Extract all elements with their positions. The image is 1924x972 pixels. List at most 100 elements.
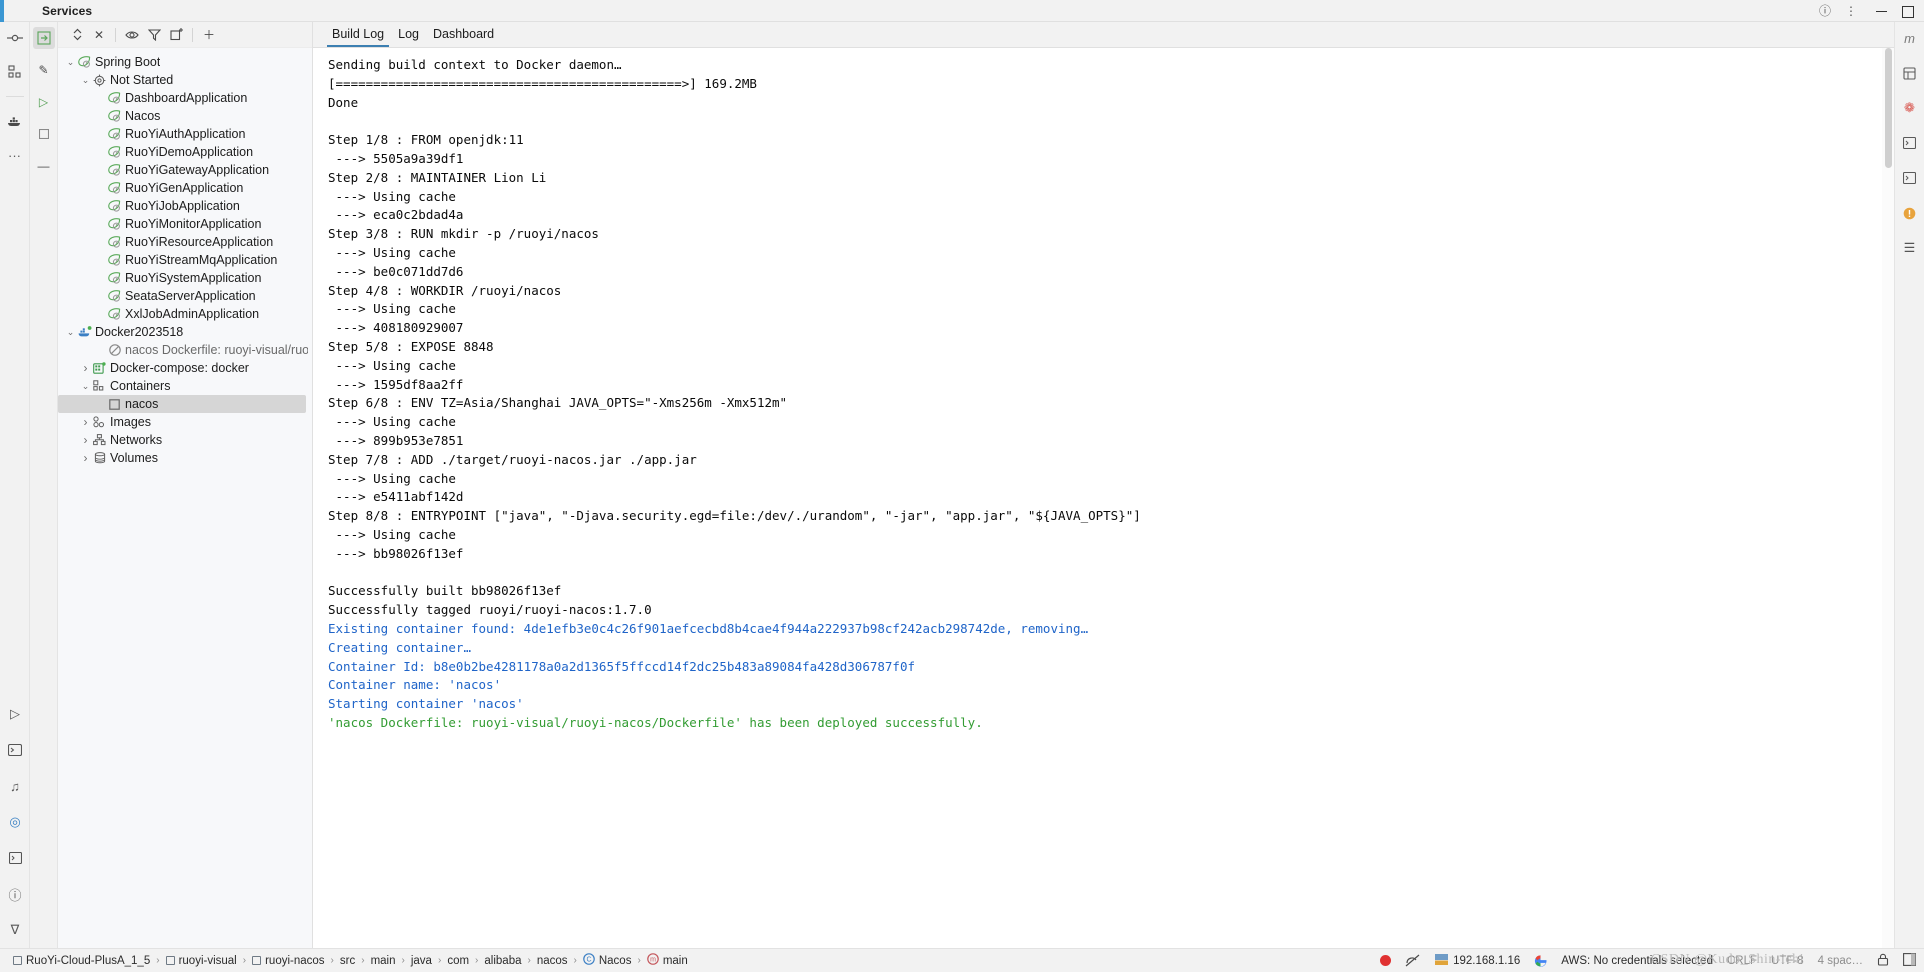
collapse-icon[interactable]: — <box>33 155 55 177</box>
chevron-right-icon[interactable]: › <box>79 415 92 429</box>
aws-credentials-item[interactable]: AWS: No credentials selected <box>1561 955 1713 967</box>
chevron-down-icon[interactable]: ⌄ <box>64 327 77 338</box>
breadcrumb-item[interactable]: src <box>335 955 360 967</box>
tree-row[interactable]: DashboardApplication <box>58 89 312 107</box>
sftp-disconnected-icon[interactable] <box>1405 954 1420 967</box>
tiktok-icon[interactable]: ♫ <box>5 776 25 796</box>
tree-row[interactable]: ⌄ Containers <box>58 377 312 395</box>
log-line: Container Id: b8e0b2be4281178a0a2d1365f5… <box>328 658 915 674</box>
tree-row[interactable]: › Volumes <box>58 449 312 467</box>
stop-icon[interactable] <box>33 123 55 145</box>
filter-icon[interactable] <box>143 24 165 46</box>
tab-label: Build Log <box>332 27 385 41</box>
tree-row[interactable]: SeataServerApplication <box>58 287 312 305</box>
tab-build-log[interactable]: Build Log <box>325 21 391 47</box>
code-icon-2[interactable] <box>1900 168 1920 188</box>
new-window-icon[interactable] <box>165 24 187 46</box>
notifications-icon[interactable]: ⓘ <box>5 884 25 904</box>
log-scrollbar[interactable] <box>1882 48 1894 948</box>
breadcrumb-label: RuoYi-Cloud-PlusA_1_5 <box>26 954 151 967</box>
breadcrumb-item[interactable]: alibaba <box>479 955 526 967</box>
line-separator-item[interactable]: CRLF <box>1727 955 1757 967</box>
breadcrumb-item[interactable]: ruoyi-visual <box>161 955 242 967</box>
docker-icon[interactable] <box>5 111 25 131</box>
log-line: ---> Using cache <box>328 244 456 260</box>
tree-row[interactable]: ⌄ Spring Boot <box>58 53 312 71</box>
tree-row[interactable]: › Networks <box>58 431 312 449</box>
tree-row[interactable]: RuoYiSystemApplication <box>58 269 312 287</box>
more-icon[interactable]: ··· <box>5 145 25 165</box>
layout-icon[interactable] <box>1903 952 1916 969</box>
tree-row[interactable]: RuoYiMonitorApplication <box>58 215 312 233</box>
expand-collapse-icon[interactable] <box>66 24 88 46</box>
rerun-services-icon[interactable] <box>32 27 55 49</box>
tree-row[interactable]: › Docker-compose: docker <box>58 359 312 377</box>
breadcrumb-item[interactable]: java <box>406 955 437 967</box>
services-tree[interactable]: ⌄ Spring Boot ⌄ Not Started DashboardApplica… <box>58 48 312 948</box>
record-icon[interactable] <box>1380 955 1392 966</box>
help-icon[interactable]: ⓘ <box>1818 4 1832 18</box>
git-branch-icon[interactable]: ∇ <box>5 920 25 940</box>
chevron-right-icon[interactable]: › <box>79 361 92 375</box>
chevron-right-icon[interactable]: › <box>79 451 92 465</box>
structure-icon[interactable] <box>5 62 25 82</box>
chevron-down-icon[interactable]: ⌄ <box>64 57 77 68</box>
terminal-icon[interactable] <box>5 740 25 760</box>
close-icon[interactable]: ✕ <box>88 24 110 46</box>
services-icon[interactable]: ◎ <box>5 812 25 832</box>
maximize-icon[interactable] <box>1902 5 1914 18</box>
remote-host-item[interactable]: 192.168.1.16 <box>1434 953 1520 969</box>
tab-dashboard[interactable]: Dashboard <box>426 21 501 47</box>
code-icon-1[interactable] <box>1900 133 1920 153</box>
spring-boot-icon <box>77 56 92 68</box>
edit-configuration-icon[interactable]: ✎ <box>33 59 55 81</box>
layers-icon[interactable]: ☰ <box>1900 238 1920 258</box>
breadcrumb-item[interactable]: RuoYi-Cloud-PlusA_1_5 <box>8 955 155 967</box>
add-icon[interactable]: ＋ <box>198 24 220 46</box>
lock-icon[interactable] <box>1877 953 1889 969</box>
tree-row[interactable]: RuoYiJobApplication <box>58 197 312 215</box>
minimize-icon[interactable] <box>1876 5 1888 17</box>
tree-row[interactable]: ⌄ Docker2023518 <box>58 323 312 341</box>
services-tree-pane: ✕ ＋ ⌄ Spring Boot ⌄ Not Started DashboardApp… <box>58 22 313 948</box>
tree-row[interactable]: Nacos <box>58 107 312 125</box>
commit-icon[interactable] <box>5 28 25 48</box>
tree-row[interactable]: RuoYiAuthApplication <box>58 125 312 143</box>
breadcrumb-item[interactable]: nacos <box>532 955 573 967</box>
tree-row[interactable]: nacos Dockerfile: ruoyi-visual/ruoyi-nac… <box>58 341 312 359</box>
tree-row[interactable]: RuoYiResourceApplication <box>58 233 312 251</box>
tree-row[interactable]: RuoYiStreamMqApplication <box>58 251 312 269</box>
google-icon[interactable] <box>1534 954 1547 967</box>
run-icon[interactable]: ▷ <box>33 91 55 113</box>
chevron-right-icon[interactable]: › <box>79 433 92 447</box>
breadcrumb-item[interactable]: C Nacos <box>578 953 637 968</box>
breadcrumb-item[interactable]: main <box>366 955 401 967</box>
log-tabs[interactable]: Build Log Log Dashboard <box>313 22 1894 48</box>
maven-icon[interactable]: m <box>1900 28 1920 48</box>
problems-icon[interactable] <box>5 848 25 868</box>
tree-row[interactable]: › Images <box>58 413 312 431</box>
tree-row[interactable]: RuoYiGatewayApplication <box>58 161 312 179</box>
tree-row[interactable]: ⌄ Not Started <box>58 71 312 89</box>
tree-row[interactable]: nacos <box>58 395 306 413</box>
warning-icon[interactable] <box>1900 203 1920 223</box>
scrollbar-thumb[interactable] <box>1885 48 1892 168</box>
bean-icon[interactable]: ❁ <box>1900 98 1920 118</box>
tree-row[interactable]: XxlJobAdminApplication <box>58 305 312 323</box>
chevron-down-icon[interactable]: ⌄ <box>79 381 92 392</box>
breadcrumb-item[interactable]: com <box>442 955 474 967</box>
more-options-icon[interactable]: ⋮ <box>1844 4 1858 18</box>
breadcrumb-item[interactable]: m main <box>642 953 693 968</box>
run-icon[interactable]: ▷ <box>5 704 25 724</box>
tab-log[interactable]: Log <box>391 21 426 47</box>
chevron-down-icon[interactable]: ⌄ <box>79 75 92 86</box>
build-log-output[interactable]: Sending build context to Docker daemon… [… <box>323 48 1894 948</box>
show-hide-icon[interactable] <box>121 24 143 46</box>
encoding-item[interactable]: UTF-8 <box>1771 955 1804 967</box>
tree-row[interactable]: RuoYiDemoApplication <box>58 143 312 161</box>
tree-row[interactable]: RuoYiGenApplication <box>58 179 312 197</box>
breadcrumb-item[interactable]: ruoyi-nacos <box>247 955 329 967</box>
indent-item[interactable]: 4 spac… <box>1818 955 1863 967</box>
breadcrumb[interactable]: RuoYi-Cloud-PlusA_1_5 › ruoyi-visual › ruoyi… <box>8 953 693 968</box>
database-icon[interactable] <box>1900 63 1920 83</box>
